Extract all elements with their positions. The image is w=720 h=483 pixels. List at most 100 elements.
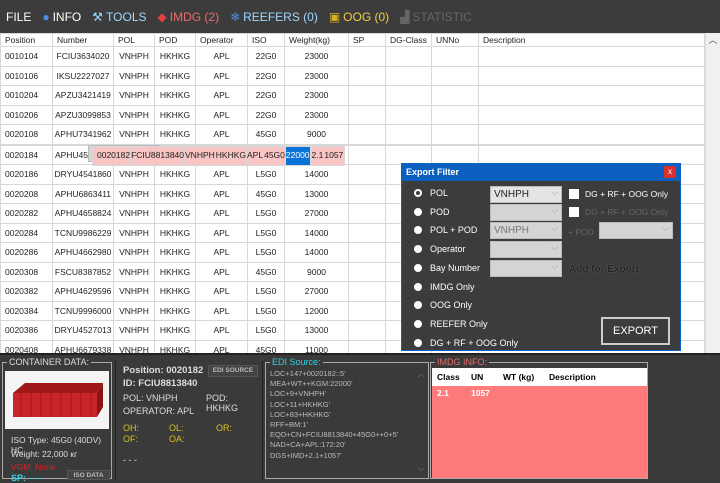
radio-bay-number[interactable]: Bay Number xyxy=(414,263,480,273)
imdg-table[interactable]: Class UN WT (kg) Description 2.1 1057 xyxy=(432,368,647,478)
cell-weightkg[interactable]: 14000 xyxy=(284,164,349,185)
radio-oog-only[interactable]: OOG Only xyxy=(414,300,472,310)
cell-iso[interactable]: L5G0 xyxy=(247,203,285,224)
cell-unno[interactable] xyxy=(431,144,479,165)
cell-sp[interactable] xyxy=(348,144,386,165)
cell-position[interactable]: 0020382 xyxy=(0,281,53,302)
cell-weightkg[interactable]: 27000 xyxy=(284,203,349,224)
cell-weightkg[interactable]: 13000 xyxy=(284,183,349,204)
cell-weightkg[interactable]: 9000 xyxy=(284,124,349,145)
cell-position[interactable]: 0020182 xyxy=(91,145,132,166)
cell-pol[interactable]: VNHPH xyxy=(113,46,155,67)
cell-pod[interactable]: HKHKG xyxy=(154,320,196,341)
cell-weightkg[interactable]: 23000 xyxy=(284,65,349,86)
cell-pol[interactable]: VNHPH xyxy=(113,281,155,302)
column-header[interactable]: Number xyxy=(52,33,114,47)
menu-tools[interactable]: ⚒ TOOLS xyxy=(92,10,146,24)
cell-iso[interactable]: 45G0 xyxy=(263,145,286,166)
cell-weightkg[interactable]: 12000 xyxy=(284,300,349,321)
cell-position[interactable]: 0020286 xyxy=(0,242,53,263)
cell-number[interactable]: FCIU8813840 xyxy=(130,145,186,166)
column-header[interactable]: Position xyxy=(0,33,53,47)
cell-operator[interactable]: APL xyxy=(195,320,248,341)
cell-pod[interactable]: HKHKG xyxy=(154,164,196,185)
cell-operator[interactable]: APL xyxy=(195,183,248,204)
cell-operator[interactable]: APL xyxy=(195,46,248,67)
cell-sp[interactable] xyxy=(348,104,386,125)
cell-pod[interactable]: HKHKG xyxy=(154,124,196,145)
radio-pol[interactable]: POL xyxy=(414,188,448,198)
cell-iso[interactable]: 45G0 xyxy=(247,339,285,353)
imdg-column-header[interactable]: Class xyxy=(432,372,466,382)
cell-number[interactable]: IKSU2227027 xyxy=(52,65,114,86)
cell-iso[interactable]: 45G0 xyxy=(247,261,285,282)
cell-number[interactable]: DRYU4541860 xyxy=(52,164,114,185)
cell-position[interactable]: 0020384 xyxy=(0,300,53,321)
cell-operator[interactable]: APL xyxy=(195,65,248,86)
cell-sp[interactable] xyxy=(348,183,386,204)
cell-pol[interactable]: VNHPH xyxy=(113,65,155,86)
cell-pod[interactable]: HKHKG xyxy=(154,222,196,243)
cell-sp[interactable] xyxy=(348,300,386,321)
cell-number[interactable]: TCNU9986229 xyxy=(52,222,114,243)
cell-description[interactable] xyxy=(478,104,705,125)
cell-iso[interactable]: L5G0 xyxy=(247,222,285,243)
cell-number[interactable]: FSCU8387852 xyxy=(52,261,114,282)
cell-sp[interactable] xyxy=(348,203,386,224)
cell-unno[interactable] xyxy=(431,46,479,67)
column-header[interactable]: Operator xyxy=(195,33,248,47)
cell-number[interactable]: APHU6679338 xyxy=(52,339,114,353)
cell-position[interactable]: 0020186 xyxy=(0,164,53,185)
cell-number[interactable]: APHU7341962 xyxy=(52,124,114,145)
cell-operator[interactable]: APL xyxy=(195,164,248,185)
cell-pol[interactable]: VNHPH xyxy=(113,300,155,321)
column-header[interactable]: ISO xyxy=(247,33,285,47)
cell-description[interactable] xyxy=(478,124,705,145)
cell-dgclass[interactable] xyxy=(385,144,432,165)
cell-position[interactable]: 0020208 xyxy=(0,183,53,204)
cell-position[interactable]: 0020282 xyxy=(0,203,53,224)
cell-number[interactable]: APHU4629596 xyxy=(52,281,114,302)
cell-pol[interactable]: VNHPH xyxy=(113,242,155,263)
table-row[interactable]: 0010204 APZU3421419 VNHPH HKHKG APL 22G0 23000 xyxy=(0,85,705,106)
cell-number[interactable]: TCNU9996000 xyxy=(52,300,114,321)
pod-select[interactable] xyxy=(490,203,562,221)
cell-operator[interactable]: APL xyxy=(195,242,248,263)
cell-pol[interactable]: VNHPH xyxy=(113,164,155,185)
column-header[interactable]: POD xyxy=(154,33,196,47)
cell-number[interactable]: FCIU3634020 xyxy=(52,46,114,67)
column-header[interactable]: Description xyxy=(478,33,705,47)
cell-position[interactable]: 0020386 xyxy=(0,320,53,341)
table-row[interactable]: 0010104 FCIU3634020 VNHPH HKHKG APL 22G0 23000 xyxy=(0,46,705,67)
cell-operator[interactable]: APL xyxy=(195,339,248,353)
vertical-scrollbar[interactable]: ︿ xyxy=(705,33,720,353)
column-header[interactable]: DG-Class xyxy=(385,33,432,47)
cell-sp[interactable] xyxy=(348,46,386,67)
cell-pol[interactable]: VNHPH xyxy=(113,339,155,353)
cell-pod[interactable]: HKHKG xyxy=(154,183,196,204)
radio-pod[interactable]: POD xyxy=(414,207,450,217)
cell-description[interactable] xyxy=(343,145,346,166)
cell-description[interactable] xyxy=(478,144,705,165)
cell-operator[interactable]: APL xyxy=(195,300,248,321)
imdg-row[interactable]: 2.1 1057 xyxy=(432,386,647,400)
table-row[interactable]: 0020182 FCIU8813840 VNHPH HKHKG APL 45G0 22000… xyxy=(88,144,346,166)
cell-weightkg[interactable]: 23000 xyxy=(284,85,349,106)
cell-dgclass[interactable] xyxy=(385,46,432,67)
cell-description[interactable] xyxy=(478,65,705,86)
cell-operator[interactable]: APL xyxy=(195,85,248,106)
cell-operator[interactable]: APL xyxy=(246,145,265,166)
cell-sp[interactable] xyxy=(348,320,386,341)
cell-weightkg[interactable]: 27000 xyxy=(284,281,349,302)
menu-oog[interactable]: ▣ OOG (0) xyxy=(329,10,389,24)
column-header[interactable]: POL xyxy=(113,33,155,47)
cell-sp[interactable] xyxy=(348,222,386,243)
menu-info[interactable]: ● INFO xyxy=(42,10,81,24)
cell-pod[interactable]: HKHKG xyxy=(154,85,196,106)
pol-pod-select[interactable]: VNHPH xyxy=(490,221,562,239)
cell-pod[interactable]: HKHKG xyxy=(154,46,196,67)
table-row[interactable]: 0010106 IKSU2227027 VNHPH HKHKG APL 22G0 23000 xyxy=(0,65,705,86)
cell-sp[interactable] xyxy=(348,124,386,145)
edi-text[interactable]: LOC+147+0020182::5' MEA+WT++KGM:22000' LOC… xyxy=(270,369,398,461)
cell-description[interactable] xyxy=(478,46,705,67)
